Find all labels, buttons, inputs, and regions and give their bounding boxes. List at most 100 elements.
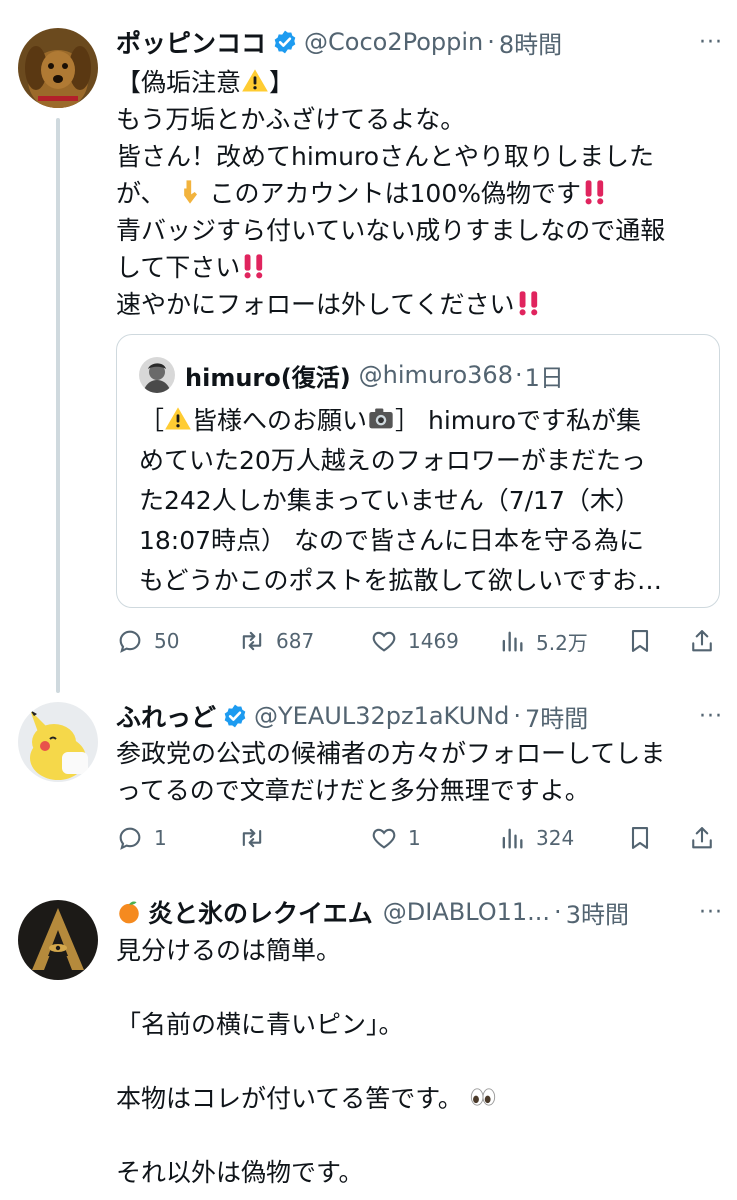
repost-button[interactable] [238, 818, 276, 858]
handle[interactable]: @YEAUL32pz1aKUNd [254, 702, 509, 730]
quoted-avatar [139, 357, 175, 393]
reply-button[interactable]: 1 [116, 818, 167, 858]
text-line: めていた20万人越えのフォロワーがまだたっ [139, 446, 646, 475]
text-line: が、 このアカウントは100%偽物です [116, 175, 713, 212]
post-actions: 50 687 1469 5.2万 [116, 621, 719, 661]
more-options-icon[interactable]: ··· [691, 30, 723, 55]
text-line [116, 969, 713, 1006]
avatar-emblem[interactable] [18, 900, 98, 980]
text-line: それ以外は偽物です。 [116, 1158, 364, 1187]
share-button[interactable] [688, 818, 726, 858]
heart-icon [372, 828, 396, 849]
more-options-icon[interactable]: ··· [691, 704, 723, 729]
camera-emoji-icon [369, 408, 393, 429]
quoted-separator-dot: · [514, 361, 523, 389]
text-line: もどうかこのポストを拡散して欲しいですお… [139, 566, 663, 595]
post-header: ポッピンココ @Coco2Poppin · 8時間 ··· [116, 22, 723, 62]
handle[interactable]: @DIABLO11... [383, 898, 550, 926]
bookmark-button[interactable] [626, 621, 664, 661]
handle[interactable]: @Coco2Poppin [304, 28, 483, 56]
post-header: 炎と氷のレクイエム @DIABLO11... · 3時間 ··· [116, 892, 723, 932]
separator-dot: · [554, 898, 562, 926]
text-line: もう万垢とかふざけてるよな。 [116, 105, 466, 134]
warning-emoji-icon [242, 69, 268, 92]
verified-badge-icon [224, 704, 246, 728]
repost-icon [242, 828, 262, 848]
reply-icon [119, 827, 141, 850]
post-body: 【偽垢注意】 もう万垢とかふざけてるよな。 皆さん！改めてhimuroさんとやり… [116, 64, 713, 323]
thread-line [56, 118, 60, 693]
repost-button[interactable]: 687 [238, 621, 314, 661]
views-chart-icon [502, 631, 523, 652]
double-exclamation-icon [585, 180, 604, 205]
quoted-display-name: himuro(復活) [185, 363, 351, 392]
post-1[interactable]: ポッピンココ @Coco2Poppin · 8時間 ··· 【偽垢注意】 もう万… [0, 0, 737, 693]
text-line: 青バッジすら付いていない成りすましなので通報 [116, 216, 666, 245]
text-line: 18:07時点） なので皆さんに日本を守る為に [139, 526, 644, 555]
double-exclamation-icon [244, 254, 263, 279]
text-line [116, 1043, 713, 1080]
quoted-handle: @himuro368 [358, 361, 513, 389]
bookmark-icon [631, 827, 649, 849]
bookmark-icon [631, 630, 649, 652]
bookmark-button[interactable] [626, 818, 664, 858]
share-icon [692, 827, 712, 849]
timestamp[interactable]: 3時間 [566, 895, 629, 930]
like-button[interactable]: 1 [370, 818, 421, 858]
text-line: ［ 皆様へのお願い ］ himuroです私が集 [139, 406, 641, 435]
text-line: 【偽垢注意】 [116, 68, 295, 97]
repost-icon [242, 631, 262, 651]
post-body: 見分けるのは簡単。 「名前の横に青いピン」。 本物はコレが付いてる筈です。 それ… [116, 932, 713, 1191]
timestamp[interactable]: 7時間 [525, 699, 588, 734]
avatar-dog[interactable] [18, 28, 98, 108]
avatar-pikachu[interactable] [18, 702, 98, 782]
reply-button[interactable]: 50 [116, 621, 179, 661]
text-line: 参政党の公式の候補者の方々がフォローしてしま [116, 739, 666, 768]
share-icon [692, 630, 712, 652]
text-line: 皆さん！改めてhimuroさんとやり取りしました [116, 142, 655, 171]
orange-emoji-icon [119, 901, 139, 924]
text-line: ってるので文章だけだと多分無理ですよ。 [116, 776, 590, 805]
views-chart-icon [502, 828, 523, 849]
display-name[interactable]: ポッピンココ [116, 24, 266, 60]
reply-icon [119, 630, 141, 653]
text-line [116, 1117, 713, 1154]
quoted-post-body: ［ 皆様へのお願い ］ himuroです私が集 めていた20万人越えのフォロワーがま… [139, 401, 701, 601]
display-name[interactable]: ふれっど [116, 698, 216, 734]
post-2[interactable]: ふれっど @YEAUL32pz1aKUNd · 7時間 ··· 参政党の公式の候… [0, 685, 737, 880]
post-3[interactable]: 炎と氷のレクイエム @DIABLO11... · 3時間 ··· 見分けるのは簡… [0, 880, 737, 1200]
quoted-post[interactable]: himuro(復活) @himuro368 · 1日 ［ 皆様へのお願い ］ him… [116, 334, 720, 608]
share-button[interactable] [688, 621, 726, 661]
quoted-timestamp: 1日 [524, 363, 564, 392]
text-line: た242人しか集まっていません（7/17（木） [139, 486, 640, 515]
separator-dot: · [513, 702, 522, 730]
post-actions: 1 1 324 [116, 818, 719, 858]
text-line: 本物はコレが付いてる筈です。 [116, 1080, 713, 1117]
double-exclamation-icon [519, 291, 537, 316]
text-line: 「名前の横に青いピン」。 [116, 1010, 404, 1039]
separator-dot: · [487, 28, 495, 56]
repost-count: 687 [276, 629, 315, 653]
reply-count: 1 [154, 826, 167, 850]
like-count: 1469 [408, 629, 459, 653]
verified-badge-icon [274, 30, 296, 54]
timestamp[interactable]: 8時間 [499, 25, 562, 60]
views-button[interactable]: 324 [498, 818, 574, 858]
text-line: 見分けるのは簡単。 [116, 936, 342, 965]
post-body: 参政党の公式の候補者の方々がフォローしてしま ってるので文章だけだと多分無理です… [116, 735, 713, 809]
more-options-icon[interactable]: ··· [691, 900, 723, 925]
display-name[interactable]: 炎と氷のレクイエム [148, 894, 373, 930]
post-header: ふれっど @YEAUL32pz1aKUNd · 7時間 ··· [116, 696, 723, 736]
pointing-down-emoji-icon [183, 180, 197, 204]
text-line: 速やかにフォローは外してください [116, 286, 713, 323]
reply-count: 50 [154, 629, 180, 653]
heart-icon [372, 631, 396, 652]
eyes-emoji-icon [470, 1088, 495, 1106]
view-count: 324 [536, 826, 575, 850]
like-count: 1 [408, 826, 421, 850]
view-count: 5.2万 [536, 630, 588, 655]
text-line: して下さい [116, 249, 713, 286]
views-button[interactable]: 5.2万 [498, 621, 588, 661]
like-button[interactable]: 1469 [370, 621, 459, 661]
warning-emoji-icon [165, 407, 191, 430]
